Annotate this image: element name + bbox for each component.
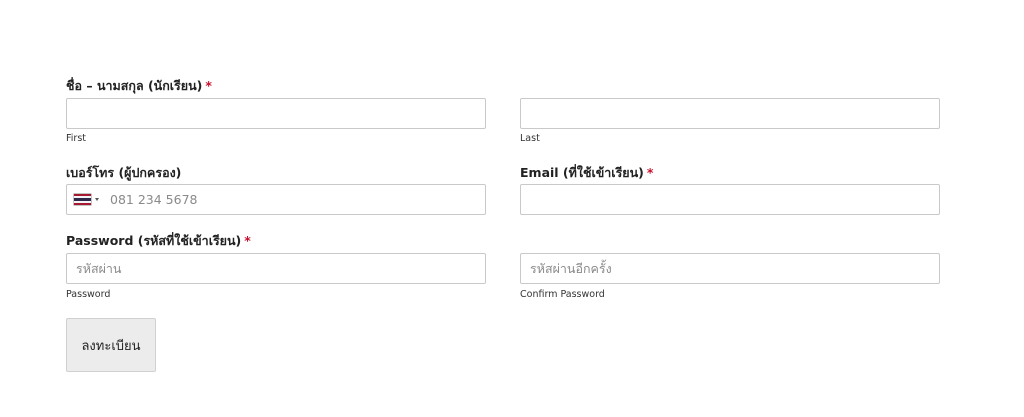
register-button[interactable]: ลงทะเบียน xyxy=(66,318,156,372)
first-sublabel: First xyxy=(66,133,86,144)
email-label-text: Email (ที่ใช้เข้าเรียน) xyxy=(520,165,644,180)
country-selector[interactable] xyxy=(67,185,107,214)
first-name-input[interactable] xyxy=(66,98,486,129)
required-mark: * xyxy=(205,78,212,93)
password-sublabel: Password xyxy=(66,289,111,300)
confirm-password-input[interactable] xyxy=(520,253,940,284)
phone-label: เบอร์โทร (ผู้ปกครอง) xyxy=(66,165,182,180)
password-input[interactable] xyxy=(66,253,486,284)
registration-form: ชื่อ – นามสกุล (นักเรียน) * First Last เบ… xyxy=(0,0,1024,417)
chevron-down-icon xyxy=(95,198,99,201)
last-name-input[interactable] xyxy=(520,98,940,129)
email-label: Email (ที่ใช้เข้าเรียน) * xyxy=(520,165,653,181)
thailand-flag-icon xyxy=(74,194,91,205)
last-sublabel: Last xyxy=(520,133,540,144)
email-input[interactable] xyxy=(520,184,940,215)
required-mark: * xyxy=(244,233,251,248)
password-label-text: Password (รหัสที่ใช้เข้าเรียน) xyxy=(66,233,242,248)
name-label-text: ชื่อ – นามสกุล (นักเรียน) xyxy=(66,78,203,93)
confirm-password-sublabel: Confirm Password xyxy=(520,289,605,300)
password-label: Password (รหัสที่ใช้เข้าเรียน) * xyxy=(66,233,251,249)
name-label: ชื่อ – นามสกุล (นักเรียน) * xyxy=(66,78,212,94)
phone-field xyxy=(66,184,486,215)
phone-input[interactable] xyxy=(107,185,485,214)
required-mark: * xyxy=(646,165,654,180)
